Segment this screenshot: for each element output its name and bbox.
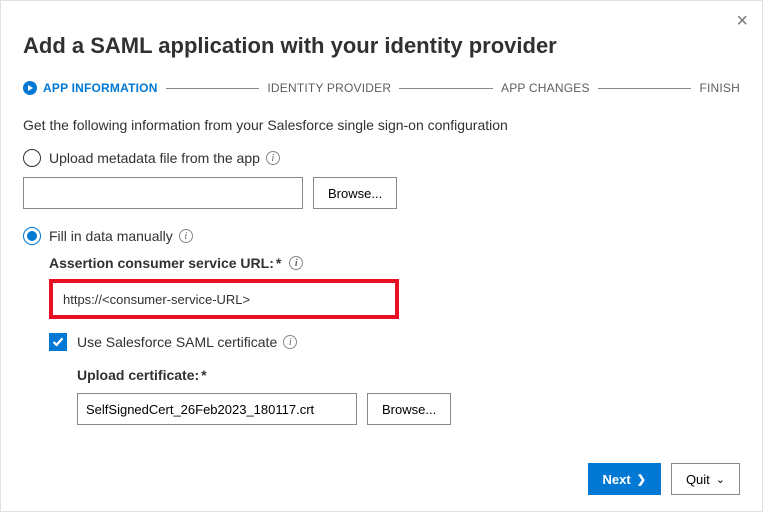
chevron-right-icon: ❯ (637, 473, 646, 486)
metadata-file-input[interactable] (23, 177, 303, 209)
step-identity-provider[interactable]: IDENTITY PROVIDER (267, 81, 391, 95)
radio-fill-manually[interactable]: Fill in data manually i (23, 227, 740, 245)
step-divider (598, 88, 692, 89)
step-label: APP INFORMATION (43, 81, 158, 95)
info-icon[interactable]: i (289, 256, 303, 270)
acs-url-value: https://<consumer-service-URL> (63, 292, 250, 307)
play-icon (23, 81, 37, 95)
step-label: FINISH (699, 81, 740, 95)
page-title: Add a SAML application with your identit… (23, 33, 740, 59)
step-divider (166, 88, 260, 89)
step-finish[interactable]: FINISH (699, 81, 740, 95)
radio-icon (23, 227, 41, 245)
radio-label: Upload metadata file from the app (49, 150, 260, 166)
required-mark: * (201, 367, 206, 383)
close-icon[interactable]: × (736, 11, 748, 31)
chevron-down-icon: ⌄ (716, 473, 725, 486)
use-salesforce-cert-checkbox[interactable]: Use Salesforce SAML certificate i (49, 333, 740, 351)
certificate-browse-button[interactable]: Browse... (367, 393, 451, 425)
button-label: Browse... (328, 186, 382, 201)
required-mark: * (276, 255, 281, 271)
stepper: APP INFORMATION IDENTITY PROVIDER APP CH… (23, 81, 740, 95)
info-icon[interactable]: i (266, 151, 280, 165)
upload-cert-label: Upload certificate: (77, 367, 199, 383)
metadata-browse-button[interactable]: Browse... (313, 177, 397, 209)
info-icon[interactable]: i (283, 335, 297, 349)
checkbox-label: Use Salesforce SAML certificate (77, 334, 277, 350)
checkbox-checked-icon (49, 333, 67, 351)
info-icon[interactable]: i (179, 229, 193, 243)
step-label: APP CHANGES (501, 81, 590, 95)
certificate-file-input[interactable] (77, 393, 357, 425)
radio-label: Fill in data manually (49, 228, 173, 244)
acs-label: Assertion consumer service URL: (49, 255, 274, 271)
radio-upload-metadata[interactable]: Upload metadata file from the app i (23, 149, 740, 167)
button-label: Next (603, 472, 631, 487)
radio-icon (23, 149, 41, 167)
next-button[interactable]: Next ❯ (588, 463, 661, 495)
button-label: Quit (686, 472, 710, 487)
intro-text: Get the following information from your … (23, 117, 740, 133)
step-label: IDENTITY PROVIDER (267, 81, 391, 95)
quit-button[interactable]: Quit ⌄ (671, 463, 740, 495)
step-app-changes[interactable]: APP CHANGES (501, 81, 590, 95)
acs-url-input[interactable]: https://<consumer-service-URL> (49, 279, 399, 319)
step-app-information[interactable]: APP INFORMATION (23, 81, 158, 95)
button-label: Browse... (382, 402, 436, 417)
step-divider (399, 88, 493, 89)
